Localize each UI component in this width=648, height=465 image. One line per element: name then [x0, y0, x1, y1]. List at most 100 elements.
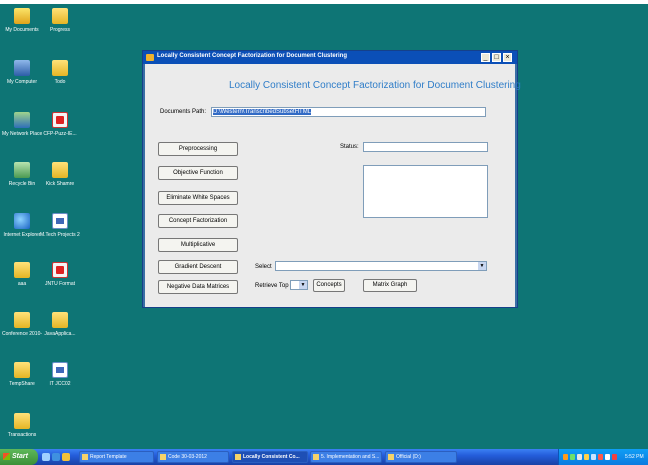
- status-field[interactable]: [363, 142, 488, 152]
- eliminate-white-spaces-button[interactable]: Eliminate White Spaces: [158, 191, 238, 205]
- window-titlebar[interactable]: Locally Consistent Concept Factorization…: [143, 51, 517, 64]
- clock[interactable]: 5:52 PM: [625, 449, 644, 465]
- folder-icon: [14, 262, 30, 278]
- retrieve-top-label: Retrieve Top: [255, 283, 289, 289]
- word-doc-icon: [52, 362, 68, 378]
- pdf-icon: [52, 262, 68, 278]
- desktop-icon-label: aaa: [17, 281, 27, 287]
- folder-icon[interactable]: [62, 453, 70, 461]
- objective-function-button[interactable]: Objective Function: [158, 166, 238, 180]
- desktop-icon-label: JavaApplica...: [44, 331, 76, 337]
- desktop-icon-label: Transactions: [7, 432, 37, 438]
- desktop-icon-internet-explorer[interactable]: Internet Explorer: [2, 213, 42, 238]
- desktop-icon-label: M.Tech Projects 2012: [40, 232, 80, 238]
- desktop-icon-label: Todo: [54, 79, 66, 85]
- output-text-area[interactable]: [363, 165, 488, 218]
- tray-icon[interactable]: [612, 454, 617, 460]
- desktop-icon-progress[interactable]: Progress: [40, 8, 80, 33]
- desktop-icon-kick-shamre[interactable]: Kick Shamre: [40, 162, 80, 187]
- desktop-icon-label: Recycle Bin: [8, 181, 36, 187]
- desktop-icon-label: Kick Shamre: [45, 181, 75, 187]
- taskbar-item-code[interactable]: Code 30-03-2012: [157, 451, 229, 463]
- tray-icon[interactable]: [584, 454, 589, 460]
- folder-icon: [14, 413, 30, 429]
- select-label: Select: [255, 264, 272, 270]
- internet-explorer-icon: [14, 213, 30, 229]
- taskbar-item-implementation[interactable]: 5. Implementation and S...: [310, 451, 382, 463]
- desktop-icon-label: JNTU Format: [45, 281, 75, 287]
- desktop-icon-my-network-places[interactable]: My Network Places: [2, 112, 42, 137]
- desktop-icon-todo[interactable]: Todo: [40, 60, 80, 85]
- taskbar-item-locally-consistent[interactable]: Locally Consistent Co...: [232, 451, 308, 463]
- word-doc-icon: [52, 213, 68, 229]
- desktop-icon-java-applica[interactable]: JavaApplica...: [40, 312, 80, 337]
- desktop-icon-conference[interactable]: Conference 2010-2011: [2, 312, 42, 337]
- documents-path-label: Documents Path:: [160, 109, 207, 115]
- desktop-icon-tempshare[interactable]: TempShare: [2, 362, 42, 387]
- show-desktop-icon[interactable]: [42, 453, 50, 461]
- desktop-icon-recycle-bin[interactable]: Recycle Bin: [2, 162, 42, 187]
- my-computer-icon: [14, 60, 30, 76]
- desktop-icon-cfp-puzz[interactable]: CFP-Puzz-IE...: [40, 112, 80, 137]
- window-title: Locally Consistent Concept Factorization…: [157, 53, 348, 59]
- tray-icon[interactable]: [570, 454, 575, 460]
- desktop-icon-label: My Network Places: [2, 131, 42, 137]
- matrix-graph-button[interactable]: Matrix Graph: [363, 279, 417, 292]
- folder-icon: [52, 8, 68, 24]
- folder-icon: [14, 312, 30, 328]
- chevron-down-icon[interactable]: ▼: [478, 262, 486, 270]
- desktop-icon-jntu-format[interactable]: JNTU Format: [40, 262, 80, 287]
- taskbar-item-official-drive[interactable]: Official (D:): [385, 451, 457, 463]
- tray-icon[interactable]: [577, 454, 582, 460]
- folder-icon: [14, 362, 30, 378]
- preprocessing-button[interactable]: Preprocessing: [158, 142, 238, 156]
- desktop-icon-label: My Documents: [5, 27, 39, 33]
- folder-icon: [52, 60, 68, 76]
- desktop-icon-label: Progress: [49, 27, 70, 33]
- tray-icon[interactable]: [605, 454, 610, 460]
- concept-factorization-button[interactable]: Concept Factorization: [158, 214, 238, 228]
- documents-path-input[interactable]: D:\Western\TranscribedSubsetHTML: [211, 107, 486, 117]
- multiplicative-button[interactable]: Multiplicative: [158, 238, 238, 252]
- desktop-icon-aaa[interactable]: aaa: [2, 262, 42, 287]
- system-tray: 5:52 PM: [558, 449, 648, 465]
- desktop-icon-label: CFP-Puzz-IE...: [43, 131, 77, 137]
- desktop-icon-label: Internet Explorer: [3, 232, 41, 238]
- folder-icon: [52, 312, 68, 328]
- network-icon: [14, 112, 30, 128]
- chevron-down-icon[interactable]: ▼: [299, 281, 307, 289]
- java-app-icon: [146, 54, 154, 61]
- tray-icon[interactable]: [598, 454, 603, 460]
- select-dropdown[interactable]: ▼: [275, 261, 487, 271]
- desktop-icon-mtech-projects[interactable]: M.Tech Projects 2012: [40, 213, 80, 238]
- desktop-icon-label: Conference 2010-2011: [2, 331, 42, 337]
- page-title: Locally Consistent Concept Factorization…: [229, 80, 521, 91]
- desktop-icon-it-jcc02[interactable]: IT JCC02: [40, 362, 80, 387]
- start-button[interactable]: Start: [0, 449, 38, 465]
- folder-icon: [52, 162, 68, 178]
- desktop-icon-my-computer[interactable]: My Computer: [2, 60, 42, 85]
- pdf-icon: [52, 112, 68, 128]
- app-window: Locally Consistent Concept Factorization…: [142, 50, 521, 308]
- window-client-area: Locally Consistent Concept Factorization…: [145, 64, 521, 307]
- desktop-icon-label: My Computer: [6, 79, 37, 85]
- screenshot-border-top: [0, 0, 648, 4]
- my-documents-icon: [14, 8, 30, 24]
- desktop-icon-label: IT JCC02: [49, 381, 71, 387]
- maximize-button[interactable]: □: [492, 53, 501, 62]
- gradient-descent-button[interactable]: Gradient Descent: [158, 260, 238, 274]
- tray-icon[interactable]: [591, 454, 596, 460]
- desktop-icon-transactions[interactable]: Transactions: [2, 413, 42, 438]
- close-button[interactable]: ×: [503, 53, 512, 62]
- desktop-icon-my-documents[interactable]: My Documents: [2, 8, 42, 33]
- recycle-bin-icon: [14, 162, 30, 178]
- concepts-button[interactable]: Concepts: [313, 279, 345, 292]
- tray-icon[interactable]: [563, 454, 568, 460]
- taskbar: Start Report Template Code 30-03-2012 Lo…: [0, 449, 648, 465]
- retrieve-top-dropdown[interactable]: ▼: [290, 280, 308, 290]
- status-label: Status:: [340, 144, 359, 150]
- taskbar-item-report-template[interactable]: Report Template: [79, 451, 154, 463]
- internet-explorer-icon[interactable]: [52, 453, 60, 461]
- negative-data-matrices-button[interactable]: Negative Data Matrices: [158, 280, 238, 294]
- minimize-button[interactable]: _: [481, 53, 490, 62]
